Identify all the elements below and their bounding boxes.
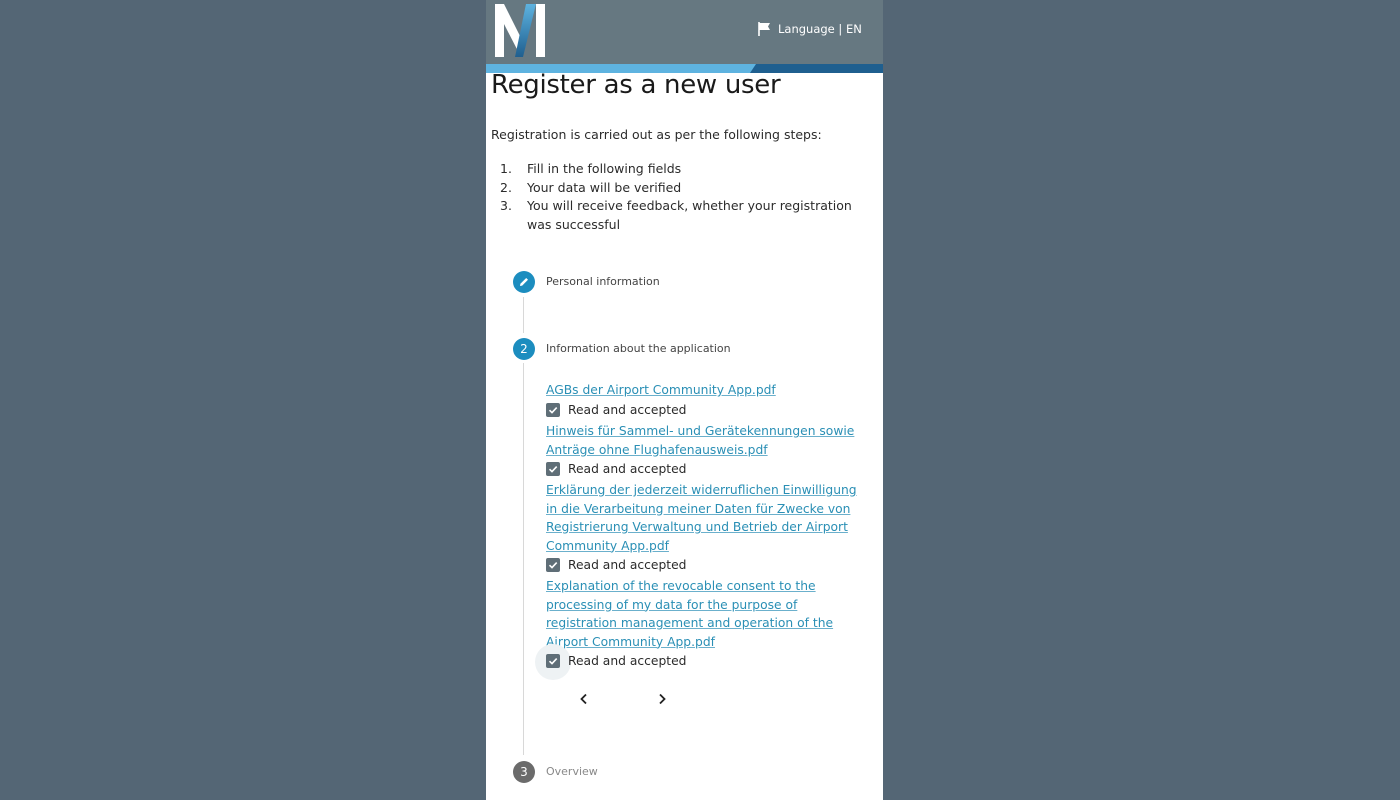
list-item-text: Your data will be verified bbox=[527, 179, 682, 195]
accept-checkbox-hinweis[interactable]: Read and accepted bbox=[546, 462, 686, 476]
list-item-text: Fill in the following fields bbox=[527, 161, 682, 176]
language-selector[interactable]: Language | EN bbox=[756, 21, 862, 37]
intro-text: Registration is carried out as per the f… bbox=[491, 127, 822, 142]
step-3-number: 3 bbox=[520, 765, 528, 779]
list-item-number: 2. bbox=[500, 179, 512, 195]
chevron-right-icon bbox=[659, 693, 666, 705]
list-item: 3. You will receive feedback, whether yo… bbox=[500, 197, 870, 234]
registration-page: Language | EN Register as a new user Reg… bbox=[486, 0, 883, 800]
pencil-icon bbox=[520, 278, 528, 286]
checkbox-checked-icon[interactable] bbox=[546, 654, 560, 668]
list-item-text: You will receive feedback, whether your … bbox=[527, 198, 852, 232]
accept-checkbox-consent[interactable]: Read and accepted bbox=[546, 654, 686, 668]
list-item: 2. Your data will be verified bbox=[500, 179, 870, 198]
previous-step-button[interactable] bbox=[574, 689, 594, 709]
next-step-button[interactable] bbox=[652, 689, 672, 709]
checkbox-label: Read and accepted bbox=[568, 654, 687, 668]
document-link-agb[interactable]: AGBs der Airport Community App.pdf bbox=[546, 381, 866, 400]
checkbox-label: Read and accepted bbox=[568, 403, 687, 417]
accept-checkbox-einwilligung[interactable]: Read and accepted bbox=[546, 558, 686, 572]
step-2-label[interactable]: Information about the application bbox=[546, 342, 731, 355]
list-item: 1. Fill in the following fields bbox=[500, 160, 870, 179]
step-2-number: 2 bbox=[520, 342, 528, 356]
registration-steps-list: 1. Fill in the following fields 2. Your … bbox=[500, 160, 870, 234]
checkbox-checked-icon[interactable] bbox=[546, 462, 560, 476]
document-link-consent[interactable]: Explanation of the revocable consent to … bbox=[546, 577, 866, 651]
stepper-connector bbox=[523, 363, 524, 755]
checkbox-label: Read and accepted bbox=[568, 558, 687, 572]
checkbox-checked-icon[interactable] bbox=[546, 558, 560, 572]
app-logo bbox=[495, 4, 545, 57]
step-1-circle[interactable] bbox=[513, 271, 535, 293]
step-3-circle[interactable]: 3 bbox=[513, 761, 535, 783]
list-item-number: 1. bbox=[500, 161, 512, 176]
language-label: Language | EN bbox=[778, 22, 862, 36]
stepper-connector bbox=[523, 297, 524, 333]
step-1-label[interactable]: Personal information bbox=[546, 275, 660, 288]
chevron-left-icon bbox=[580, 693, 587, 705]
checkbox-checked-icon[interactable] bbox=[546, 403, 560, 417]
document-link-hinweis[interactable]: Hinweis für Sammel- und Gerätekennungen … bbox=[546, 422, 866, 459]
step-3-label[interactable]: Overview bbox=[546, 765, 598, 778]
page-title: Register as a new user bbox=[491, 70, 781, 100]
step-2-circle[interactable]: 2 bbox=[513, 338, 535, 360]
accept-checkbox-agb[interactable]: Read and accepted bbox=[546, 403, 686, 417]
document-link-einwilligung[interactable]: Erklärung der jederzeit widerruflichen E… bbox=[546, 481, 866, 555]
list-item-number: 3. bbox=[500, 198, 512, 213]
flag-icon bbox=[758, 22, 770, 36]
checkbox-label: Read and accepted bbox=[568, 462, 687, 476]
app-header: Language | EN bbox=[486, 0, 883, 73]
